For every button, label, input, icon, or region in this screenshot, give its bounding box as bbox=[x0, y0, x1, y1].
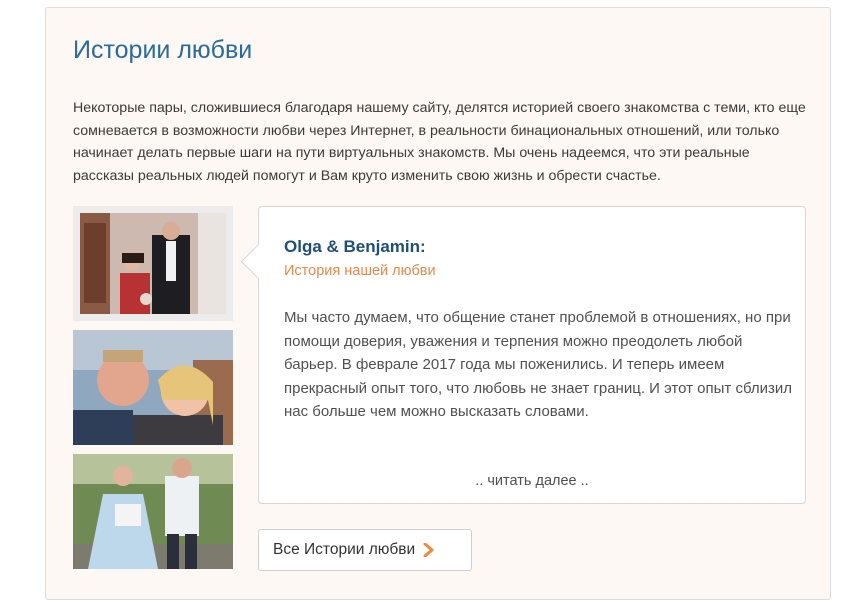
couple-photo-image bbox=[73, 330, 233, 445]
story-card: Olga & Benjamin: История нашей любви Мы … bbox=[240, 206, 806, 504]
read-more-link[interactable]: .. читать далее .. bbox=[259, 473, 805, 489]
all-stories-button[interactable]: Все Истории любви bbox=[258, 529, 472, 571]
section-intro: Некоторые пары, сложившиеся благодаря на… bbox=[73, 100, 806, 184]
couple-photo-thumbnail-3[interactable] bbox=[73, 454, 233, 569]
couple-photo-image bbox=[80, 213, 226, 314]
couple-names: Olga & Benjamin: bbox=[284, 237, 426, 256]
section-title: Истории любви bbox=[73, 36, 253, 64]
chevron-right-icon bbox=[423, 542, 435, 558]
couple-photo-thumbnail-2[interactable] bbox=[73, 330, 233, 445]
all-stories-button-label: Все Истории любви bbox=[273, 541, 416, 558]
story-text: Мы часто думаем, что общение станет проб… bbox=[284, 309, 793, 420]
story-subtitle: История нашей любви bbox=[284, 263, 436, 279]
love-stories-panel: Истории любви Некоторые пары, сложившиес… bbox=[45, 7, 831, 600]
card-pointer bbox=[240, 243, 277, 280]
couple-photo-thumbnail-1[interactable] bbox=[73, 206, 233, 321]
couple-photo-image bbox=[73, 454, 233, 569]
